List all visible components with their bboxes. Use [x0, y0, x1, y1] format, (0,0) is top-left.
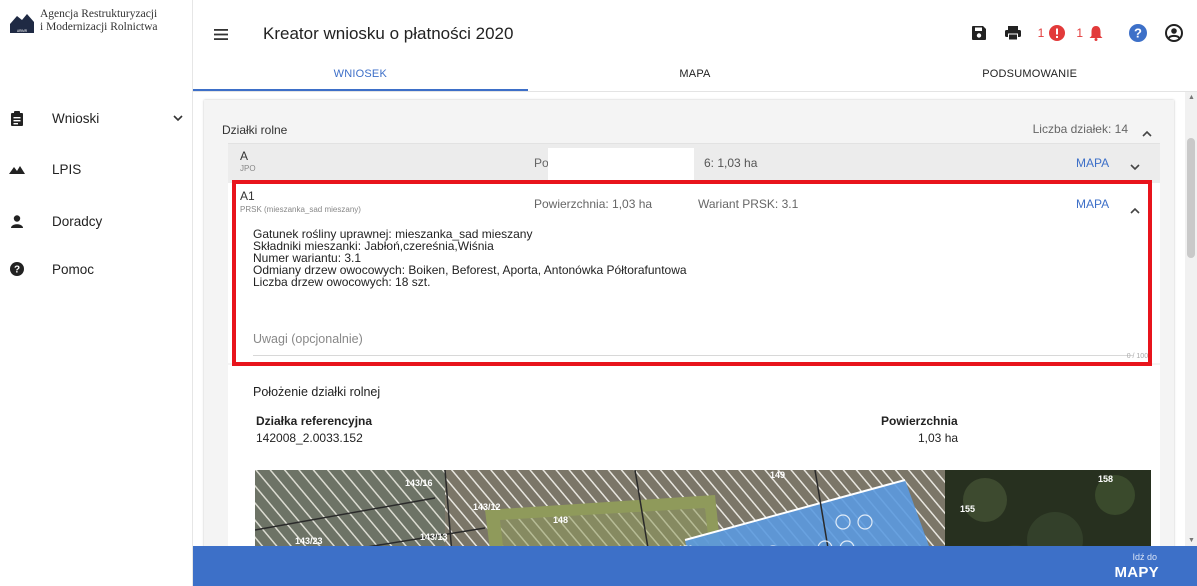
sidebar-item-doradcy[interactable]: Doradcy — [0, 206, 193, 236]
tab-podsumowanie[interactable]: PODSUMOWANIE — [862, 66, 1197, 91]
svg-text:?: ? — [1134, 26, 1142, 41]
sidebar-item-wnioski[interactable]: Wnioski — [0, 103, 193, 133]
sidebar-item-pomoc[interactable]: ? Pomoc — [0, 254, 193, 284]
dzialki-rolne-panel: Działki rolne Liczba działek: 14 A JPO P… — [204, 100, 1174, 546]
main-content: Działki rolne Liczba działek: 14 A JPO P… — [193, 92, 1197, 546]
area-value: 1,03 ha — [918, 431, 959, 445]
svg-text:?: ? — [14, 265, 20, 276]
parcel-map-preview[interactable]: 143/16 143/12 148 149 143/23 143/13 150 … — [255, 470, 1151, 546]
parcel-name: A — [240, 149, 249, 163]
logo-line-1: Agencja Restrukturyzacji — [40, 8, 158, 20]
app-header: Kreator wniosku o płatności 2020 1 1 ? — [193, 0, 1197, 66]
overlay-box — [548, 148, 694, 180]
map-parcel-label: 148 — [553, 515, 568, 525]
sidebar-item-label: LPIS — [52, 161, 82, 177]
parcel-location-card: Położenie działki rolnej Działka referen… — [228, 365, 1160, 546]
tab-wniosek[interactable]: WNIOSEK — [193, 66, 528, 91]
menu-icon[interactable] — [214, 27, 228, 45]
tab-mapa[interactable]: MAPA — [528, 66, 863, 91]
sidebar-item-label: Doradcy — [52, 213, 103, 229]
sidebar-item-label: Pomoc — [52, 261, 95, 277]
area-header: Powierzchnia — [881, 414, 958, 428]
sidebar-item-lpis[interactable]: LPIS — [0, 154, 193, 184]
notification-count: 1 — [1076, 26, 1083, 40]
chevron-down-icon[interactable] — [1130, 158, 1140, 176]
go-to-map-button[interactable]: MAPY — [1114, 564, 1159, 581]
map-link[interactable]: MAPA — [1076, 156, 1109, 170]
scroll-down-icon[interactable]: ▼ — [1188, 537, 1195, 544]
reference-parcel-header: Działka referencyjna — [256, 414, 373, 428]
sidebar: ARiMR Agencja Restrukturyzacji i Moderni… — [0, 0, 193, 586]
page-title: Kreator wniosku o płatności 2020 — [263, 24, 514, 43]
parcel-area: 6: 1,03 ha — [704, 156, 758, 170]
highlight-frame — [232, 180, 1152, 366]
arimr-logo-mark: ARiMR — [8, 10, 36, 36]
mountains-icon — [9, 161, 25, 177]
map-parcel-label: 143/12 — [473, 502, 501, 512]
account-icon[interactable] — [1159, 24, 1189, 42]
map-parcel-label: 143/23 — [295, 536, 323, 546]
go-to-map-bar[interactable]: Idź do MAPY — [193, 546, 1197, 586]
reference-parcel-value: 142008_2.0033.152 — [256, 431, 363, 445]
parcel-row-a[interactable]: A JPO Po 6: 1,03 ha MAPA — [228, 143, 1160, 183]
main-tabs: WNIOSEK MAPA PODSUMOWANIE — [193, 66, 1197, 92]
map-parcel-label: 155 — [960, 504, 975, 514]
map-parcel-label: 143/16 — [405, 478, 433, 488]
scroll-thumb[interactable] — [1187, 138, 1195, 258]
print-icon[interactable] — [998, 26, 1028, 40]
location-title: Położenie działki rolnej — [253, 385, 381, 399]
footer-caption: Idź do — [1132, 552, 1157, 562]
map-parcel-label: 143/13 — [420, 532, 448, 542]
parcel-area-prefix: Po — [534, 156, 549, 170]
logo-mark-text: ARiMR — [17, 29, 28, 33]
chevron-down-icon — [173, 109, 183, 127]
parcel-count: Liczba działek: 14 — [1032, 122, 1128, 136]
error-count: 1 — [1037, 26, 1045, 40]
person-icon — [9, 213, 25, 229]
vertical-scrollbar[interactable]: ▲ ▼ — [1185, 92, 1197, 546]
arimr-logo[interactable]: ARiMR Agencja Restrukturyzacji i Moderni… — [8, 8, 158, 36]
map-parcel-label: 158 — [1098, 474, 1113, 484]
clipboard-icon — [9, 110, 25, 126]
scroll-up-icon[interactable]: ▲ — [1188, 94, 1195, 101]
panel-title: Działki rolne — [222, 123, 288, 137]
logo-line-2: i Modernizacji Rolnictwa — [40, 21, 158, 33]
error-icon[interactable] — [1048, 25, 1066, 41]
help-circle-icon: ? — [9, 261, 25, 277]
parcel-subtitle: JPO — [240, 164, 256, 173]
chevron-up-icon[interactable] — [1142, 124, 1152, 142]
map-parcel-label: 149 — [770, 470, 785, 480]
bell-icon[interactable] — [1087, 25, 1105, 41]
save-icon[interactable] — [964, 26, 994, 40]
sidebar-item-label: Wnioski — [52, 110, 100, 126]
help-icon[interactable]: ? — [1117, 24, 1159, 42]
